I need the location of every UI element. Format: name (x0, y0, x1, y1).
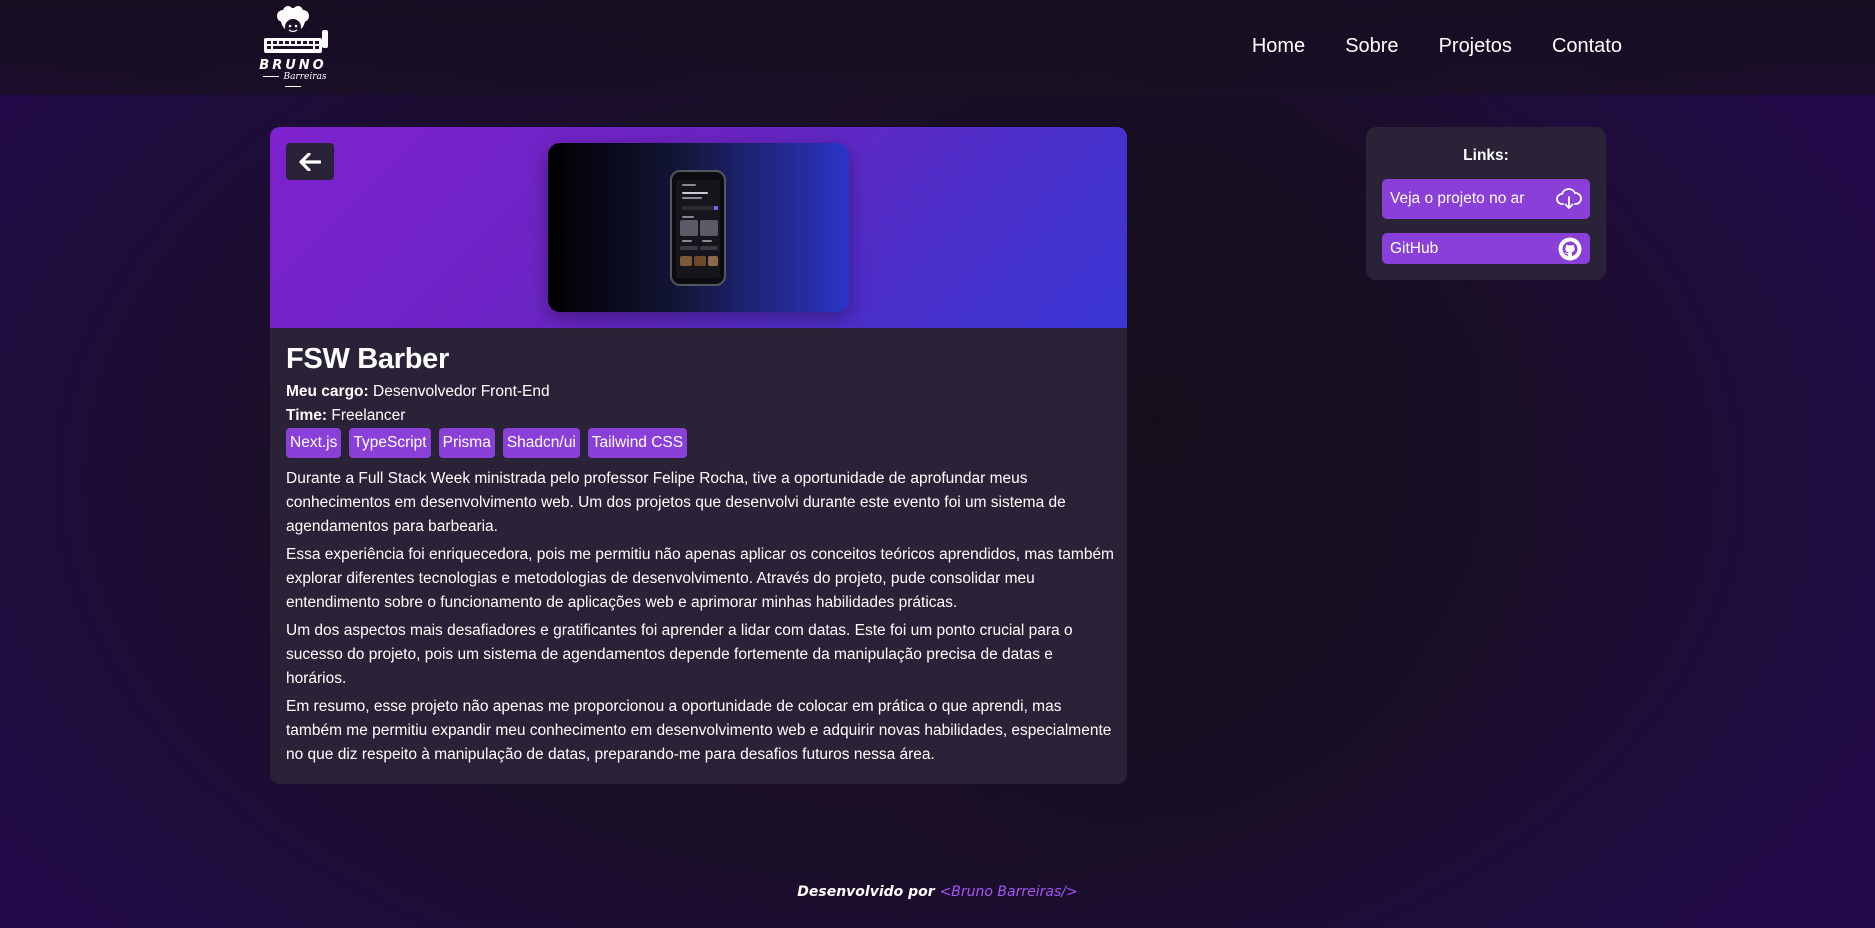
logo-mascot-icon (264, 6, 328, 53)
description-paragraph: Durante a Full Stack Week ministrada pel… (286, 470, 1066, 535)
arrow-left-icon (299, 152, 321, 171)
project-description: Durante a Full Stack Week ministrada pel… (286, 467, 1116, 771)
project-banner (270, 127, 1127, 328)
role-value: Desenvolvedor Front-End (373, 383, 550, 400)
description-paragraph: Essa experiência foi enriquecedora, pois… (286, 546, 1114, 611)
project-card: FSW Barber Meu cargo: Desenvolvedor Fron… (270, 127, 1127, 784)
project-preview-image (548, 143, 849, 312)
tech-tags: Next.js TypeScript Prisma Shadcn/ui Tail… (286, 428, 688, 458)
logo-subtitle-text: Barreiras (283, 72, 327, 82)
site-header: BRUNO Barreiras Home Sobre Projetos Cont… (0, 0, 1875, 95)
phone-mockup (670, 170, 726, 286)
project-role: Meu cargo: Desenvolvedor Front-End (286, 382, 550, 402)
team-label: Time: (286, 407, 328, 424)
role-label: Meu cargo: (286, 383, 369, 400)
project-team: Time: Freelancer (286, 406, 405, 426)
description-paragraph: Em resumo, esse projeto não apenas me pr… (286, 698, 1112, 763)
tag-nextjs: Next.js (286, 428, 342, 458)
footer-prefix: Desenvolvido por (797, 884, 940, 900)
nav-contato[interactable]: Contato (1552, 33, 1622, 59)
back-button[interactable] (286, 143, 334, 180)
nav-sobre[interactable]: Sobre (1345, 33, 1398, 59)
site-logo[interactable]: BRUNO Barreiras (252, 6, 334, 84)
github-icon (1558, 237, 1582, 260)
github-button[interactable]: GitHub (1382, 233, 1590, 264)
live-project-button[interactable]: Veja o projeto no ar (1382, 179, 1590, 219)
tag-typescript: TypeScript (349, 428, 431, 458)
site-footer: Desenvolvido por <Bruno Barreiras/> (0, 884, 1875, 900)
main-nav: Home Sobre Projetos Contato (1252, 33, 1622, 59)
github-label: GitHub (1390, 239, 1439, 257)
links-card: Links: Veja o projeto no ar GitHub (1366, 127, 1606, 280)
links-title: Links: (1463, 147, 1509, 164)
tag-tailwind: Tailwind CSS (587, 428, 688, 458)
logo-subtitle: Barreiras (252, 72, 334, 92)
tag-prisma: Prisma (438, 428, 495, 458)
nav-projetos[interactable]: Projetos (1439, 33, 1512, 59)
tag-shadcn: Shadcn/ui (502, 428, 580, 458)
description-paragraph: Um dos aspectos mais desafiadores e grat… (286, 622, 1073, 687)
live-project-label: Veja o projeto no ar (1390, 190, 1525, 207)
team-value: Freelancer (331, 407, 406, 424)
logo-title: BRUNO (259, 58, 327, 73)
footer-author-link[interactable]: <Bruno Barreiras/> (940, 884, 1078, 900)
project-title: FSW Barber (286, 343, 449, 375)
cloud-download-icon (1556, 188, 1582, 209)
nav-home[interactable]: Home (1252, 33, 1305, 59)
